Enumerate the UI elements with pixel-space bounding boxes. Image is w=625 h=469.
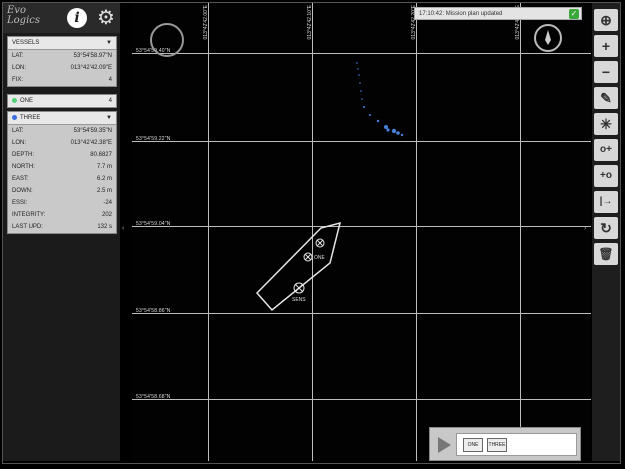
- info-row: ESSI: -24: [8, 197, 116, 209]
- evologics-logo: Evo Logics: [7, 6, 63, 30]
- vessels-header[interactable]: VESSELS ▼: [8, 37, 116, 50]
- map-overlay: ONE SENS: [255, 30, 551, 312]
- info-button[interactable]: i: [67, 8, 87, 28]
- info-row: NORTH: 7.7 m: [8, 161, 116, 173]
- info-row-value: 202: [101, 212, 112, 218]
- play-icon[interactable]: [438, 437, 451, 453]
- info-row-value: 013°42'42.09"E: [70, 65, 112, 71]
- info-row-label: INTEGRITY:: [12, 212, 46, 218]
- vehicle-three-color-dot: [12, 114, 17, 120]
- info-row-label: EAST:: [12, 176, 29, 182]
- info-row-value: 53°54'59.35"N: [73, 128, 112, 134]
- vehicle-three-panel: THREE ▼ LAT: 53°54'59.35"N LON: 013°42'42.3…: [7, 111, 117, 234]
- info-row-label: ESSI:: [12, 200, 28, 206]
- info-row-label: LAT:: [12, 53, 24, 59]
- vehicle-three-title: THREE: [20, 115, 41, 121]
- toast-text: 17:10:42: Mission plan updated: [419, 11, 503, 17]
- chevron-down-icon: ▼: [106, 115, 112, 121]
- info-row: LON: 013°42'42.38"E: [8, 137, 116, 149]
- chevron-down-icon: ▼: [106, 40, 112, 46]
- vehicle-chip-one[interactable]: ONE: [463, 438, 483, 452]
- zoom-out-icon[interactable]: −: [594, 61, 618, 83]
- info-row-value: 7.7 m: [96, 164, 112, 170]
- vessels-title: VESSELS: [12, 40, 40, 46]
- info-row-label: FIX:: [12, 77, 24, 83]
- notification-toast: 17:10:42: Mission plan updated ✓: [414, 7, 582, 20]
- boat-label-bottom: SENS: [292, 297, 306, 303]
- map-view[interactable]: 53°54'59.40"N 53°54'59.22"N 53°54'59.04"…: [132, 3, 591, 461]
- info-row-label: LAST UPD:: [12, 224, 43, 230]
- vessel-markers: [293, 238, 325, 294]
- info-row-value: 132 s: [97, 224, 112, 230]
- logo-line-2: Logics: [7, 15, 40, 26]
- go-to-icon[interactable]: |→: [594, 191, 618, 213]
- vessels-panel: VESSELS ▼ LAT: 53°54'58.97"N LON: 013°42'42…: [7, 36, 117, 87]
- vehicle-one-header[interactable]: ONE 4: [8, 95, 116, 107]
- boat-label-top: ONE: [314, 255, 326, 261]
- vehicle-one-count: 4: [108, 98, 112, 104]
- vehicle-one-title: ONE: [20, 98, 34, 104]
- sparkle-icon[interactable]: ✳: [594, 113, 618, 135]
- settings-gear-icon[interactable]: ⚙: [95, 7, 117, 29]
- vehicle-three-track: [356, 62, 404, 137]
- info-row: DEPTH: 80.6827: [8, 149, 116, 161]
- info-row-label: LAT:: [12, 128, 24, 134]
- info-row: EAST: 6.2 m: [8, 173, 116, 185]
- info-row-value: 4: [108, 77, 112, 83]
- insert-waypoint-icon[interactable]: +o: [594, 165, 618, 187]
- zoom-fit-icon[interactable]: ⊕: [594, 9, 618, 31]
- info-row: INTEGRITY: 202: [8, 209, 116, 221]
- refresh-icon[interactable]: ↻: [594, 217, 618, 239]
- info-row-value: 80.6827: [90, 152, 112, 158]
- info-row-value: 6.2 m: [96, 176, 112, 182]
- info-row: LAST UPD: 132 s: [8, 221, 116, 233]
- add-waypoint-icon[interactable]: o+: [594, 139, 618, 161]
- info-row-value: 2.5 m: [96, 188, 112, 194]
- info-row-value: -24: [103, 200, 112, 206]
- zoom-in-icon[interactable]: +: [594, 35, 618, 57]
- info-row: FIX: 4: [8, 74, 116, 86]
- info-row-label: LON:: [12, 140, 27, 146]
- info-row: LAT: 53°54'58.97"N: [8, 50, 116, 62]
- top-bar: Evo Logics i ⚙: [3, 3, 120, 33]
- info-row: LAT: 53°54'59.35"N: [8, 125, 116, 137]
- vehicle-one-color-dot: [12, 97, 17, 103]
- vehicle-chip-three[interactable]: THREE: [487, 438, 507, 452]
- check-icon[interactable]: ✓: [569, 9, 579, 19]
- left-panel-collapse-handle[interactable]: ‹: [122, 225, 124, 232]
- playback-bar: ONE THREE: [429, 427, 581, 461]
- right-panel-collapse-handle[interactable]: ›: [584, 225, 586, 232]
- info-row: DOWN: 2.5 m: [8, 185, 116, 197]
- info-row-label: DEPTH:: [12, 152, 35, 158]
- vehicle-three-header[interactable]: THREE ▼: [8, 112, 116, 125]
- info-row-label: NORTH:: [12, 164, 35, 170]
- playback-vehicles: ONE THREE: [456, 433, 577, 456]
- compass-icon[interactable]: [534, 24, 562, 52]
- trash-icon[interactable]: 🗑: [594, 243, 618, 265]
- right-toolbar: ⊕ + − ✎ ✳ o+ +o |→ ↻ 🗑: [592, 3, 620, 461]
- info-row: LON: 013°42'42.09"E: [8, 62, 116, 74]
- info-row-value: 53°54'58.97"N: [73, 53, 112, 59]
- left-panel: Evo Logics i ⚙ VESSELS ▼ LAT: 53°54'58.97…: [3, 3, 120, 461]
- pencil-icon[interactable]: ✎: [594, 87, 618, 109]
- info-row-value: 013°42'42.38"E: [70, 140, 112, 146]
- vehicle-one-panel[interactable]: ONE 4: [7, 94, 117, 108]
- info-row-label: DOWN:: [12, 188, 33, 194]
- info-row-label: LON:: [12, 65, 27, 71]
